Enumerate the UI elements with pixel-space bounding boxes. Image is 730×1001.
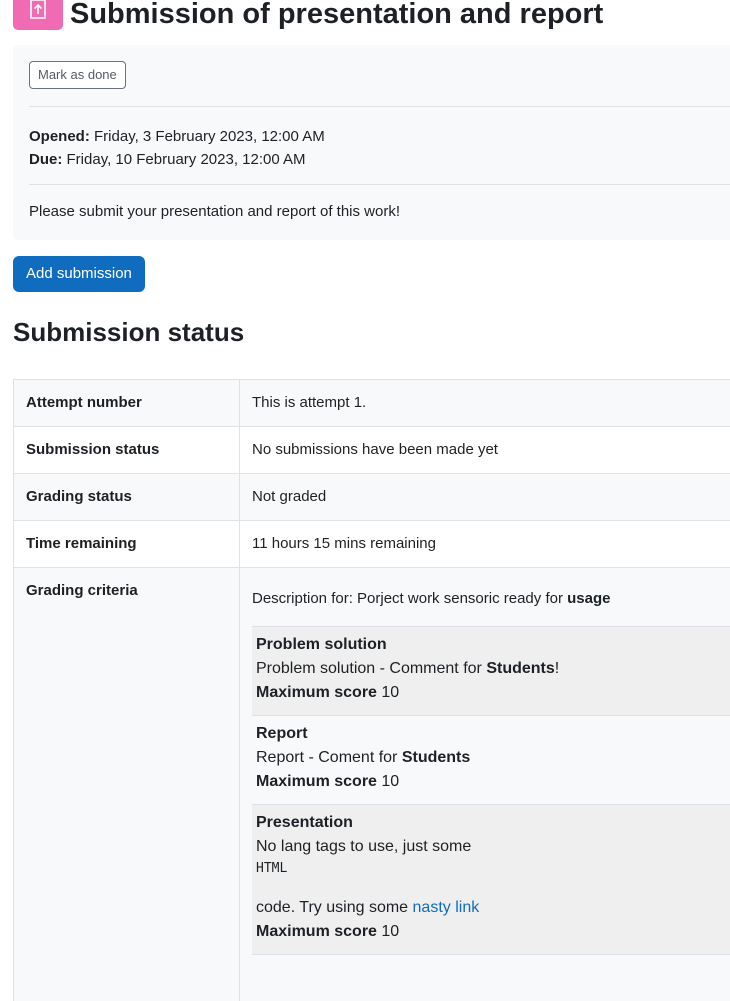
table-row: Time remaining 11 hours 15 mins remainin… [14, 521, 730, 568]
grading-criteria-row: Grading criteria Description for: Porjec… [14, 568, 730, 1001]
criterion-name: Report [256, 722, 730, 746]
opened-date: Opened: Friday, 3 February 2023, 12:00 A… [29, 125, 325, 148]
row-value: No submissions have been made yet [240, 427, 730, 474]
table-row: Attempt number This is attempt 1. [14, 380, 730, 427]
row-label: Time remaining [14, 521, 240, 568]
criterion-comment: No lang tags to use, just some [256, 835, 730, 859]
table-row: Grading status Not graded [14, 474, 730, 521]
row-label: Submission status [14, 427, 240, 474]
divider [29, 106, 730, 107]
criterion-name: Problem solution [256, 633, 730, 657]
activity-dates: Opened: Friday, 3 February 2023, 12:00 A… [29, 125, 325, 171]
submission-status-heading: Submission status [13, 312, 244, 352]
due-date: Due: Friday, 10 February 2023, 12:00 AM [29, 148, 325, 171]
criterion-name: Presentation [256, 811, 730, 835]
row-label: Grading status [14, 474, 240, 521]
row-label: Attempt number [14, 380, 240, 427]
mark-as-done-button[interactable]: Mark as done [29, 61, 126, 89]
divider [29, 184, 730, 185]
upload-icon [29, 0, 47, 19]
grading-criteria-value: Description for: Porject work sensoric r… [240, 568, 730, 1001]
add-submission-button[interactable]: Add submission [13, 256, 145, 292]
nasty-link[interactable]: nasty link [413, 899, 480, 916]
row-value: This is attempt 1. [240, 380, 730, 427]
criterion-comment-link-line: code. Try using some nasty link [256, 896, 730, 920]
assignment-icon [13, 0, 63, 30]
activity-description: Please submit your presentation and repo… [29, 203, 400, 220]
activity-information: Mark as done Opened: Friday, 3 February … [13, 45, 730, 240]
submission-status-table: Attempt number This is attempt 1. Submis… [13, 379, 730, 1001]
criteria-description: Description for: Porject work sensoric r… [252, 590, 730, 608]
criterion-comment: Report - Coment for Students [256, 746, 730, 770]
row-value: 11 hours 15 mins remaining [240, 521, 730, 568]
criterion-problem-solution: Problem solution Problem solution - Comm… [252, 626, 730, 715]
criterion-max-score: Maximum score 10 [256, 681, 730, 705]
criterion-comment: Problem solution - Comment for Students! [256, 657, 730, 681]
row-label: Grading criteria [14, 568, 240, 1001]
page-title: Submission of presentation and report [70, 0, 603, 34]
row-value: Not graded [240, 474, 730, 521]
criterion-report: Report Report - Coment for Students Maxi… [252, 715, 730, 804]
criterion-presentation: Presentation No lang tags to use, just s… [252, 804, 730, 955]
table-row: Submission status No submissions have be… [14, 427, 730, 474]
criterion-max-score: Maximum score 10 [256, 920, 730, 944]
criterion-max-score: Maximum score 10 [256, 770, 730, 794]
code-snippet: HTML [256, 859, 730, 879]
